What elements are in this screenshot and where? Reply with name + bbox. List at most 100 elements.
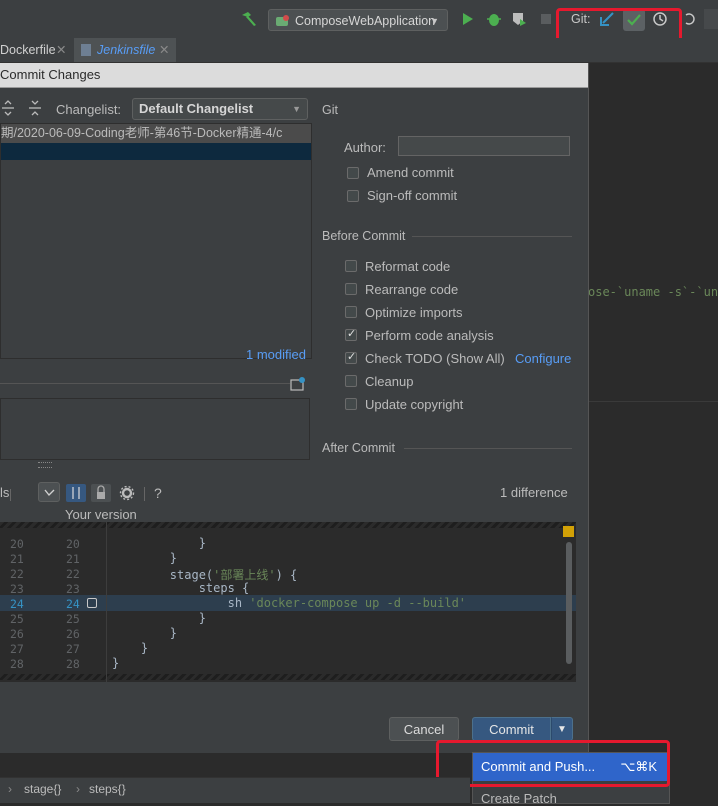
update-copyright-label: Update copyright	[365, 397, 464, 412]
rollback-icon[interactable]	[682, 11, 696, 27]
line-number: 22	[66, 567, 80, 581]
changelist-select[interactable]: Default Changelist ▼	[132, 98, 308, 120]
line-number: 24	[66, 597, 80, 611]
line-number: 26	[10, 627, 24, 641]
help-icon[interactable]: ?	[154, 485, 162, 501]
editor-code-fragment: ose-`uname -s`-`un	[588, 285, 718, 299]
git-section-title: Git	[322, 103, 338, 117]
collapse-all-icon[interactable]	[27, 100, 43, 116]
line-number: 22	[10, 567, 24, 581]
code-line: steps {	[112, 581, 250, 595]
diff-mode-button[interactable]	[38, 482, 60, 502]
tree-selected-row[interactable]	[1, 143, 311, 160]
tab-jenkinsfile[interactable]: Jenkinsfile ✕	[74, 38, 176, 62]
close-icon[interactable]: ✕	[159, 38, 169, 62]
tree-path-row[interactable]: 期/2020-06-09-Coding老师-第46节-Docker精通-4/c	[1, 124, 311, 143]
line-number: 28	[10, 657, 24, 671]
commit-push-highlight	[436, 740, 670, 787]
check-todo-label: Check TODO (Show All)	[365, 351, 505, 366]
line-number: 23	[66, 582, 80, 596]
chevron-down-icon	[44, 489, 55, 497]
sign-off-commit-label: Sign-off commit	[367, 188, 458, 203]
optimize-imports-checkbox[interactable]	[345, 306, 357, 318]
run-icon[interactable]	[462, 12, 474, 26]
optimize-imports-label: Optimize imports	[365, 305, 463, 320]
check-todo-checkbox[interactable]	[345, 350, 357, 364]
coverage-icon[interactable]	[511, 11, 527, 27]
commit-message-history-icon[interactable]	[290, 376, 306, 392]
toolbar-overflow[interactable]	[704, 9, 718, 29]
line-number: 25	[66, 612, 80, 626]
line-number: 27	[10, 642, 24, 656]
before-commit-title: Before Commit	[322, 229, 406, 243]
diff-fold-edge	[0, 522, 576, 528]
configure-link[interactable]: Configure	[515, 351, 571, 366]
build-icon[interactable]	[240, 11, 258, 27]
breadcrumb-item[interactable]: steps{}	[89, 782, 126, 796]
breadcrumb-item[interactable]: stage{}	[24, 782, 61, 796]
code-line: }	[112, 536, 206, 550]
run-config-label: ComposeWebApplication	[295, 14, 436, 28]
expand-all-icon[interactable]	[0, 100, 16, 116]
stop-icon[interactable]	[541, 14, 551, 24]
commit-message-input[interactable]	[0, 398, 310, 460]
include-line-checkbox[interactable]	[87, 598, 97, 608]
editor-divider	[588, 401, 718, 402]
author-input[interactable]	[398, 136, 570, 156]
code-line: }	[112, 551, 178, 565]
line-number: 20	[10, 537, 24, 551]
changelist-label: Changelist:	[56, 102, 122, 117]
diff-viewer-select[interactable]: ls	[0, 485, 9, 500]
tab-label: Dockerfile	[0, 43, 56, 57]
breadcrumb-separator: ›	[8, 782, 12, 796]
amend-commit-checkbox[interactable]	[347, 167, 359, 179]
editor-tabs: Dockerfile ✕ Jenkinsfile ✕	[0, 38, 718, 63]
diff-fold-edge	[0, 674, 576, 680]
diff-error-stripe-marker[interactable]	[563, 526, 574, 537]
diff-editor[interactable]: 20 20 } 21 21 } 22 22 stage('部署上线') { 23…	[0, 522, 576, 682]
breadcrumb-separator: ›	[76, 782, 80, 796]
commit-options-dropdown[interactable]: ▼	[551, 717, 573, 741]
file-icon	[81, 44, 91, 56]
close-icon[interactable]: ✕	[56, 38, 66, 62]
run-config-select[interactable]: ComposeWebApplication ▼	[268, 9, 448, 31]
sign-off-commit-checkbox[interactable]	[347, 190, 359, 202]
chevron-down-icon: ▼	[292, 104, 301, 114]
sync-scroll-icon[interactable]	[66, 484, 86, 502]
tree-path: 期/2020-06-09-Coding老师-第46节-Docker精通-4/c	[1, 126, 283, 140]
author-label: Author:	[344, 140, 386, 155]
line-number: 20	[66, 537, 80, 551]
debug-icon[interactable]	[486, 11, 502, 27]
message-divider	[0, 383, 290, 384]
modified-count[interactable]: 1 modified	[246, 347, 306, 362]
changes-tree[interactable]: 期/2020-06-09-Coding老师-第46节-Docker精通-4/c	[0, 123, 312, 359]
dialog-titlebar: Commit Changes	[0, 63, 588, 88]
reformat-code-label: Reformat code	[365, 259, 451, 274]
commit-button[interactable]: Commit	[472, 717, 551, 741]
code-line: }	[112, 641, 149, 655]
code-line: sh 'docker-compose up -d --build'	[112, 596, 467, 610]
line-number: 28	[66, 657, 80, 671]
section-divider	[404, 448, 572, 449]
perform-code-analysis-checkbox[interactable]	[345, 327, 357, 341]
perform-code-analysis-label: Perform code analysis	[365, 328, 494, 343]
gear-icon[interactable]	[119, 485, 135, 501]
rearrange-code-checkbox[interactable]	[345, 283, 357, 295]
difference-count: 1 difference	[500, 485, 568, 500]
menu-item-create-patch[interactable]: Create Patch	[481, 791, 557, 806]
amend-commit-label: Amend commit	[367, 165, 454, 180]
reformat-code-checkbox[interactable]	[345, 260, 357, 272]
cleanup-checkbox[interactable]	[345, 375, 357, 387]
splitter-handle[interactable]	[38, 462, 52, 468]
code-line: }	[112, 626, 178, 640]
cleanup-label: Cleanup	[365, 374, 414, 389]
changelist-value: Default Changelist	[139, 101, 254, 116]
line-number: 25	[10, 612, 24, 626]
lock-icon[interactable]	[91, 484, 111, 502]
code-line: }	[112, 611, 206, 625]
diff-scrollbar[interactable]	[566, 542, 572, 664]
gutter-divider	[106, 522, 107, 682]
cancel-button[interactable]: Cancel	[389, 717, 459, 741]
tab-dockerfile[interactable]: Dockerfile ✕	[0, 38, 70, 62]
update-copyright-checkbox[interactable]	[345, 398, 357, 410]
